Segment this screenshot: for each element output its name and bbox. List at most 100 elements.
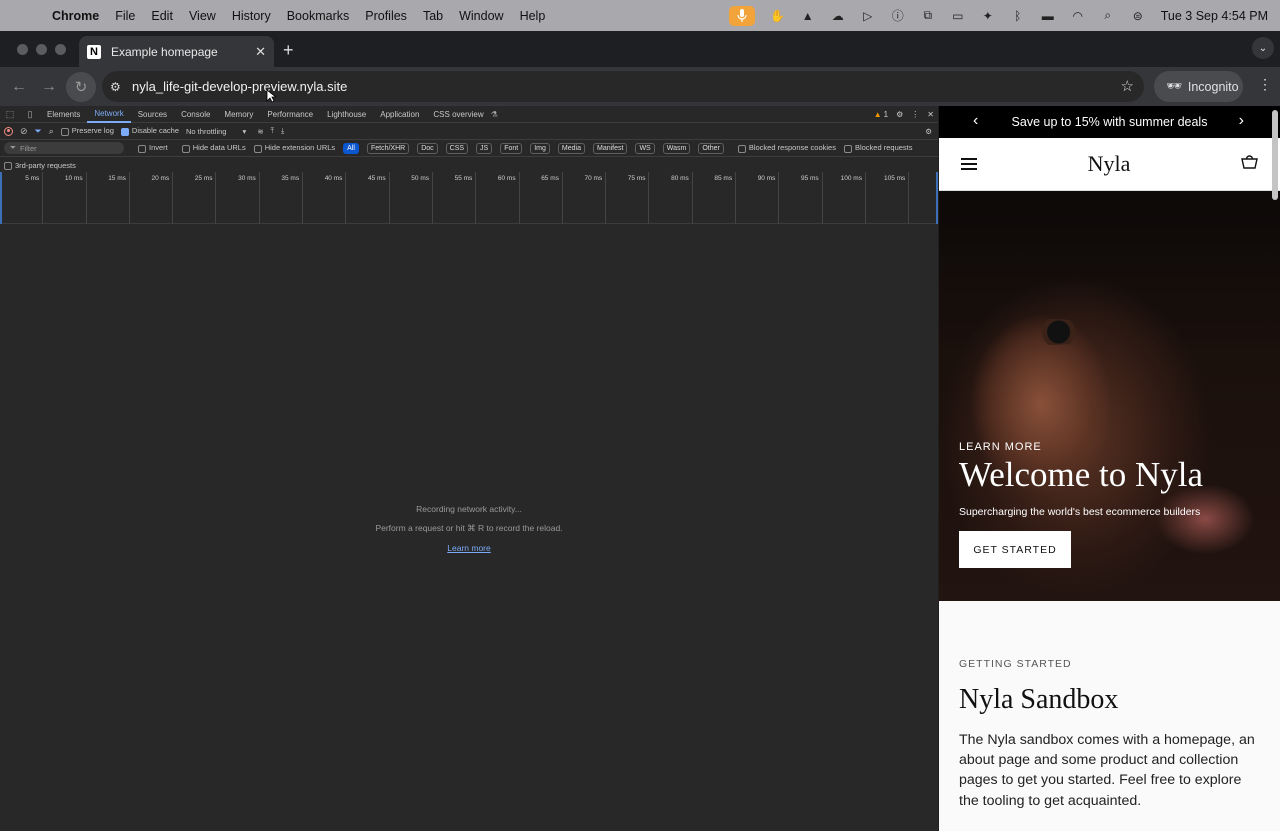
devtools-settings-icon[interactable]: ⚙ [896,110,903,119]
type-filter-doc[interactable]: Doc [417,142,438,154]
record-icon[interactable] [4,126,13,136]
filter-input[interactable]: ⏷ Filter [4,142,124,154]
close-window-button[interactable] [17,44,28,55]
play-icon[interactable]: ▷ [853,0,883,31]
browser-tab[interactable]: N Example homepage ✕ [79,36,274,67]
blocked-requests-checkbox[interactable]: Blocked requests [843,143,913,153]
throttling-select[interactable]: No throttling ▾ [186,127,246,136]
tab-sources[interactable]: Sources [131,106,174,123]
wifi-icon[interactable]: ◠ [1063,0,1093,31]
menu-profiles[interactable]: Profiles [357,9,415,23]
clear-icon[interactable]: ⊘ [20,126,28,137]
minimize-window-button[interactable] [36,44,47,55]
network-timeline-overview[interactable]: 5 ms 10 ms 15 ms 20 ms 25 ms 30 ms 35 ms 40 ms 4… [0,172,950,224]
tab-console[interactable]: Console [174,106,217,123]
devtools-menu-icon[interactable]: ⋮ [911,110,919,119]
type-filter-manifest[interactable]: Manifest [592,142,628,154]
drive-icon[interactable]: ▲ [793,0,823,31]
timeline-tick-label: 65 ms [541,175,559,182]
export-har-icon[interactable]: ⤓ [281,126,284,136]
address-bar[interactable]: ⚙ nyla_life-git-develop-preview.nyla.sit… [102,71,1144,102]
type-filter-css[interactable]: CSS [445,142,469,154]
new-tab-icon[interactable]: + [283,40,294,61]
tab-search-chevron-icon[interactable]: ⌄ [1252,37,1274,59]
tab-performance[interactable]: Performance [260,106,320,123]
clipboard-icon[interactable]: ⧉ [913,0,943,31]
tab-memory[interactable]: Memory [217,106,260,123]
type-filter-other[interactable]: Other [698,142,724,154]
disable-cache-checkbox[interactable]: Disable cache [120,126,179,136]
type-filter-all[interactable]: All [343,142,359,154]
menu-app-name[interactable]: Chrome [44,9,107,23]
close-tab-icon[interactable]: ✕ [255,44,266,60]
third-party-checkbox[interactable]: 3rd-party requests [4,161,76,170]
learn-more-link[interactable]: Learn more [0,543,938,553]
bookmark-star-icon[interactable]: ☆ [1121,77,1134,95]
shopping-bag-icon[interactable] [1241,154,1258,174]
search-icon[interactable]: ⌕ [49,126,54,137]
tab-css-overview[interactable]: CSS overview [426,106,490,123]
tab-elements[interactable]: Elements [40,106,87,123]
devtools-close-icon[interactable]: ✕ [927,110,934,119]
cloud-icon[interactable]: ☁ [823,0,853,31]
battery-icon[interactable]: ▬ [1033,0,1063,31]
menu-window[interactable]: Window [451,9,511,23]
filter-funnel-icon[interactable]: ⏷ [35,126,42,137]
preserve-log-checkbox[interactable]: Preserve log [60,126,114,136]
brand-logo[interactable]: Nyla [1088,151,1131,177]
type-filter-media[interactable]: Media [557,142,585,154]
menu-view[interactable]: View [181,9,224,23]
menu-edit[interactable]: Edit [143,9,181,23]
warning-icon[interactable]: ▲ [874,110,882,119]
microphone-icon[interactable] [728,5,755,26]
menu-history[interactable]: History [224,9,279,23]
bluetooth-icon[interactable]: ᛒ [1003,0,1033,31]
menu-help[interactable]: Help [512,9,554,23]
type-filter-ws[interactable]: WS [635,142,655,154]
get-started-button[interactable]: GET STARTED [959,531,1071,568]
spotlight-search-icon[interactable]: ⌕ [1093,0,1123,31]
menu-file[interactable]: File [107,9,143,23]
network-settings-icon[interactable]: ⚙ [925,127,932,136]
zoom-window-button[interactable] [55,44,66,55]
network-conditions-icon[interactable]: ≋ [257,127,263,136]
timeline-tick-label: 20 ms [151,175,170,182]
invert-checkbox[interactable]: Invert [138,143,168,153]
tab-network[interactable]: Network [87,106,131,123]
type-filter-js[interactable]: JS [476,142,493,154]
promo-next-chevron-icon[interactable]: › [1239,112,1244,130]
warning-count[interactable]: 1 [884,110,888,119]
type-filter-font[interactable]: Font [500,142,523,154]
back-arrow-icon[interactable]: ← [7,75,31,99]
promo-prev-chevron-icon[interactable]: ‹ [973,112,978,130]
incognito-badge[interactable]: 🕶 Incognito [1154,71,1243,102]
controller-icon[interactable]: ✦ [973,0,1003,31]
hide-data-urls-checkbox[interactable]: Hide data URLs [181,143,246,153]
inspect-element-icon[interactable]: ⬚ [0,109,20,120]
display-icon[interactable]: ▭ [943,0,973,31]
menu-clock[interactable]: Tue 3 Sep 4:54 PM [1153,9,1280,23]
network-toolbar: ⊘ ⏷ ⌕ Preserve log Disable cache No thro… [0,123,938,140]
site-settings-icon[interactable]: ⚙ [110,80,126,94]
device-toolbar-icon[interactable]: ▯ [20,109,40,120]
control-center-icon[interactable]: ⊜ [1123,0,1153,31]
reload-icon[interactable]: ↻ [66,72,96,102]
url-text[interactable]: nyla_life-git-develop-preview.nyla.site [132,79,347,94]
cursor-tool-icon[interactable]: ✋ [763,0,793,31]
menu-bookmarks[interactable]: Bookmarks [279,9,358,23]
password-icon[interactable]: ⓘ [883,0,913,31]
tab-application[interactable]: Application [373,106,426,123]
type-filter-fetch-xhr[interactable]: Fetch/XHR [366,142,410,154]
page-scrollbar[interactable] [1272,110,1278,200]
hamburger-menu-icon[interactable] [961,158,977,170]
menu-tab[interactable]: Tab [415,9,451,23]
type-filter-wasm[interactable]: Wasm [662,142,691,154]
chrome-menu-icon[interactable]: ⋮ [1258,76,1272,93]
network-filter-bar: ⏷ Filter Invert Hide data URLs Hide exten… [0,140,938,157]
hide-extension-urls-checkbox[interactable]: Hide extension URLs [253,143,335,153]
type-filter-img[interactable]: Img [530,142,550,154]
import-har-icon[interactable]: ⤒ [271,126,274,136]
blocked-cookies-checkbox[interactable]: Blocked response cookies [737,143,836,153]
tab-lighthouse[interactable]: Lighthouse [320,106,373,123]
forward-arrow-icon[interactable]: → [37,75,61,99]
